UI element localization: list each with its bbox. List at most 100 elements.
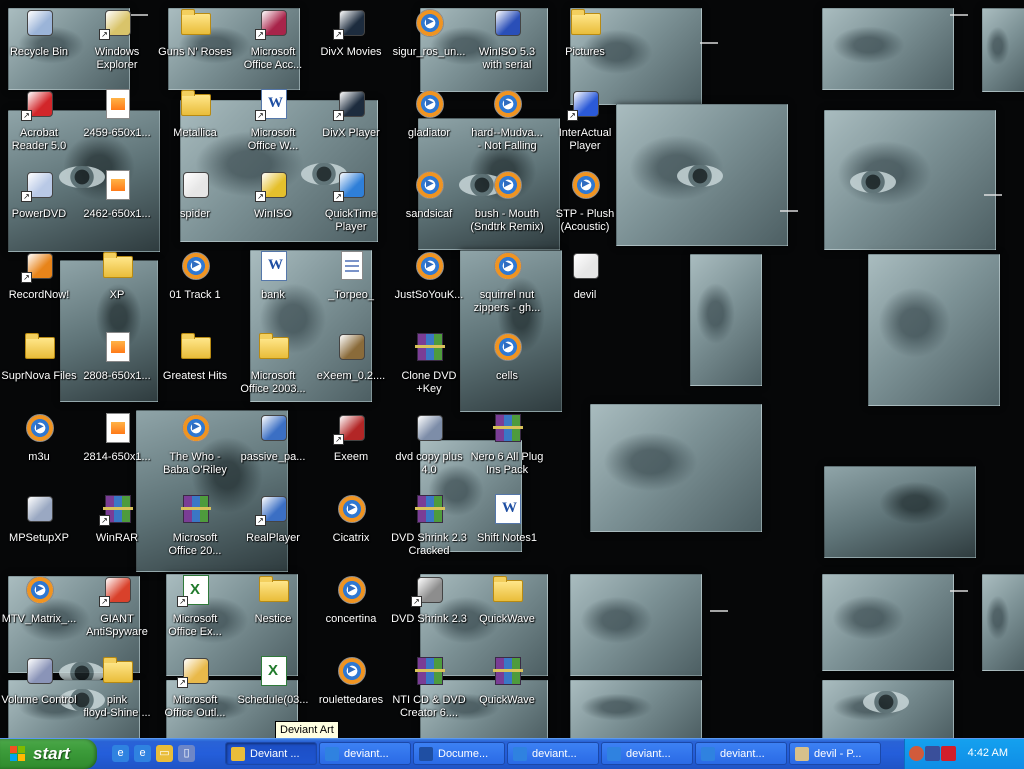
taskbar: start e e ▭ ▯ Deviant ... deviant... Docume..…	[0, 738, 1024, 769]
network-icon[interactable]	[925, 746, 940, 761]
desktop-icon-label: DivX Movies	[320, 46, 382, 58]
taskbar-button[interactable]: deviant...	[695, 742, 787, 765]
desktop-icon[interactable]: Schedule(03...	[233, 652, 313, 732]
desktop-icon[interactable]: dvd copy plus 4.0	[389, 409, 469, 489]
desktop-icon[interactable]: hard--Mudva... - Not Falling	[467, 85, 547, 165]
realplayer-file-icon	[257, 411, 289, 443]
desktop-icon[interactable]: squirrel nut zippers - gh...	[467, 247, 547, 327]
desktop-icon[interactable]: roulettedares	[311, 652, 391, 732]
desktop-icon[interactable]: Nero 6 All Plug Ins Pack	[467, 409, 547, 489]
desktop-icon[interactable]: 2808-650x1...	[77, 328, 157, 408]
desktop-icon[interactable]: _Torpeo_	[311, 247, 391, 327]
taskbar-button[interactable]: devil - P...	[789, 742, 881, 765]
folder-icon	[179, 6, 211, 38]
desktop-icon[interactable]: Microsoft Office 20...	[155, 490, 235, 570]
media-file-icon	[23, 411, 55, 443]
taskbar-button-label: Docume...	[438, 748, 489, 760]
powerdvd-icon: ↗	[21, 168, 55, 202]
desktop-icon[interactable]: WinISO 5.3 with serial	[467, 4, 547, 84]
ie-icon[interactable]: e	[134, 745, 151, 762]
desktop-icon[interactable]: pink floyd-Shine ...	[77, 652, 157, 732]
desktop-icon[interactable]: bank	[233, 247, 313, 327]
desktop-icon[interactable]: sandsicaf	[389, 166, 469, 246]
ie-icon[interactable]: e	[112, 745, 129, 762]
desktop-icon[interactable]: devil	[545, 247, 625, 327]
desktop-icon[interactable]: 01 Track 1	[155, 247, 235, 327]
desktop-icon[interactable]: Metallica	[155, 85, 235, 165]
desktop-icon[interactable]: ↗ Windows Explorer	[77, 4, 157, 84]
winrar-archive-icon	[413, 492, 445, 524]
desktop-icon[interactable]: 2814-650x1...	[77, 409, 157, 489]
desktop-icon[interactable]: QuickWave	[467, 652, 547, 732]
desktop-icon[interactable]: spider	[155, 166, 235, 246]
desktop-icon-label: WinISO 5.3 with serial	[478, 46, 536, 71]
desktop-icon[interactable]: JustSoYouK...	[389, 247, 469, 327]
desktop-icon[interactable]: DVD Shrink 2.3 Cracked	[389, 490, 469, 570]
desktop-icon[interactable]: 2459-650x1...	[77, 85, 157, 165]
paint-icon	[795, 747, 809, 761]
desktop-icon[interactable]: passive_pa...	[233, 409, 313, 489]
desktop-icon[interactable]: Microsoft Office 2003...	[233, 328, 313, 408]
folder-icon[interactable]: ▭	[156, 745, 173, 762]
desktop-icon[interactable]: cells	[467, 328, 547, 408]
desktop-icon[interactable]: gladiator	[389, 85, 469, 165]
taskbar-button[interactable]: Docume...	[413, 742, 505, 765]
desktop-icon[interactable]: QuickWave	[467, 571, 547, 651]
desktop-icon[interactable]: ↗ DVD Shrink 2.3	[389, 571, 469, 651]
desktop-icon[interactable]: ↗ Microsoft Office Outl...	[155, 652, 235, 732]
desktop-icon[interactable]: SuprNova Files	[0, 328, 79, 408]
desktop-icon[interactable]: MTV_Matrix_...	[0, 571, 79, 651]
desktop-icon[interactable]: XP	[77, 247, 157, 327]
kaspersky-icon[interactable]	[941, 746, 956, 761]
chevron-left-icon[interactable]	[909, 746, 924, 761]
desktop-icon[interactable]: eXeem_0.2....	[311, 328, 391, 408]
desktop-icon-label: roulettedares	[318, 694, 384, 706]
desktop-icon[interactable]: ↗ QuickTime Player	[311, 166, 391, 246]
desktop-icon[interactable]: ↗ PowerDVD	[0, 166, 79, 246]
desktop-icon[interactable]: MPSetupXP	[0, 490, 79, 570]
desktop-icon[interactable]: ↗ Microsoft Office W...	[233, 85, 313, 165]
desktop-icon-label: DivX Player	[322, 127, 380, 139]
desktop-icon[interactable]: 2462-650x1...	[77, 166, 157, 246]
taskbar-button-label: devil - P...	[814, 748, 862, 760]
desktop-icon[interactable]: Volume Control	[0, 652, 79, 732]
desktop-icon[interactable]: Greatest Hits	[155, 328, 235, 408]
desktop-icon[interactable]: STP - Plush (Acoustic)	[545, 166, 625, 246]
desktop-icon[interactable]: The Who - Baba O'Riley	[155, 409, 235, 489]
taskbar-button[interactable]: Deviant ...	[225, 742, 317, 765]
desktop-icon[interactable]: Pictures	[545, 4, 625, 84]
start-button[interactable]: start	[0, 739, 97, 769]
desktop-icon[interactable]: ↗ Microsoft Office Acc...	[233, 4, 313, 84]
desktop-icon[interactable]: ↗ GIANT AntiSpyware	[77, 571, 157, 651]
desktop-icon[interactable]: sigur_ros_un...	[389, 4, 469, 84]
desktop-icon[interactable]: Recycle Bin	[0, 4, 79, 84]
desktop-icon[interactable]: Cicatrix	[311, 490, 391, 570]
taskbar-button[interactable]: deviant...	[601, 742, 693, 765]
desktop-icon[interactable]: concertina	[311, 571, 391, 651]
media-file-icon	[491, 249, 523, 281]
desktop-icon[interactable]: NTI CD & DVD Creator 6....	[389, 652, 469, 732]
desktop-icon[interactable]: ↗ WinRAR	[77, 490, 157, 570]
desktop-icon[interactable]: Shift Notes1	[467, 490, 547, 570]
desktop-icon[interactable]: ↗ Exeem	[311, 409, 391, 489]
desktop-icon[interactable]: ↗ RealPlayer	[233, 490, 313, 570]
desktop-icon[interactable]: ↗ DivX Player	[311, 85, 391, 165]
desktop-icon[interactable]: ↗ Acrobat Reader 5.0	[0, 85, 79, 165]
desktop-icon[interactable]: Clone DVD +Key	[389, 328, 469, 408]
desktop-icon[interactable]: ↗ RecordNow!	[0, 247, 79, 327]
desktop-icon[interactable]: ↗ InterActual Player	[545, 85, 625, 165]
desktop-icon[interactable]: Nestice	[233, 571, 313, 651]
desktop-icon-label: JustSoYouK...	[394, 289, 464, 301]
desktop-icon[interactable]: m3u	[0, 409, 79, 489]
window-icon[interactable]: ▯	[178, 745, 195, 762]
desktop-icon[interactable]: Guns N' Roses	[155, 4, 235, 84]
clock[interactable]: 4:42 AM	[968, 747, 1008, 759]
taskbar-button[interactable]: deviant...	[507, 742, 599, 765]
image-file-icon	[101, 330, 133, 362]
desktop-icon[interactable]: ↗ Microsoft Office Ex...	[155, 571, 235, 651]
taskbar-button[interactable]: deviant...	[319, 742, 411, 765]
desktop-icon[interactable]: ↗ DivX Movies	[311, 4, 391, 84]
desktop-icon[interactable]: ↗ WinISO	[233, 166, 313, 246]
acrobat-icon: ↗	[21, 87, 55, 121]
desktop-icon[interactable]: bush - Mouth (Sndtrk Remix)	[467, 166, 547, 246]
